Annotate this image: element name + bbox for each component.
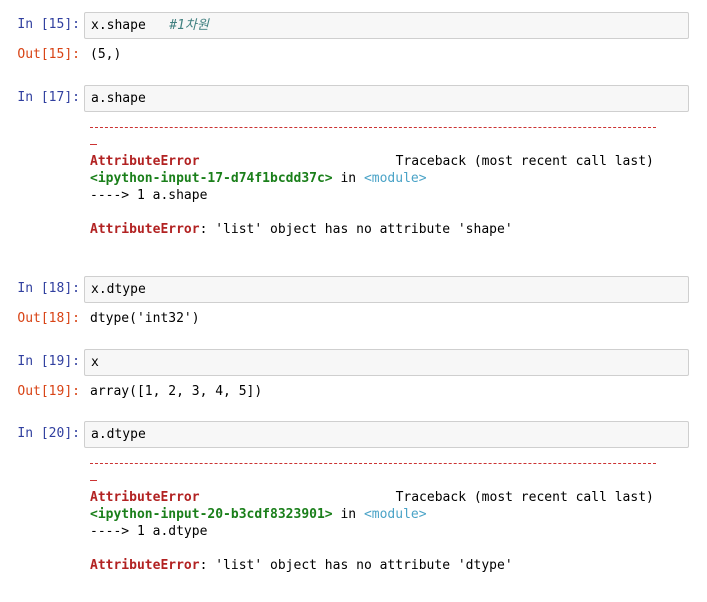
traceback-label: Traceback (most recent call last) [395,490,654,505]
code-text: x.shape [91,18,146,33]
in-word: in [332,171,364,186]
module-ref: <module> [363,507,427,522]
error-message-row: AttributeError: 'list' object has no att… [90,221,513,238]
code-input[interactable]: x.dtype [84,276,689,303]
error-line: ----> 1 a.shape [90,188,208,203]
traceback-separator [90,127,656,128]
ipython-input-ref: <ipython-input-20-b3cdf8323901> [90,507,333,522]
traceback-separator-tail [90,144,97,145]
error-message: : 'list' object has no attribute 'dtype' [199,558,513,573]
output-text: array([1, 2, 3, 4, 5]) [90,384,263,399]
error-name: AttributeError [90,490,200,505]
code-input[interactable]: a.dtype [84,421,689,448]
code-text: x [91,355,99,370]
code-text: a.shape [91,91,146,106]
traceback-label: Traceback (most recent call last) [395,154,654,169]
in-prompt: In [17]: [17,90,80,105]
code-input[interactable]: x.shape #1차원 [84,12,689,39]
code-text: a.dtype [91,427,146,442]
out-prompt: Out[19]: [17,384,80,399]
error-header: AttributeError Traceback (most recent cal… [90,489,654,506]
error-header: AttributeError Traceback (most recent cal… [90,153,654,170]
error-line: ----> 1 a.dtype [90,524,208,539]
code-comment: #1차원 [169,18,209,33]
in-prompt: In [19]: [17,354,80,369]
in-prompt: In [20]: [17,426,80,441]
error-name: AttributeError [90,222,200,237]
error-location: <ipython-input-17-d74f1bcdd37c> in <modu… [90,170,427,187]
out-prompt: Out[18]: [17,311,80,326]
ipython-input-ref: <ipython-input-17-d74f1bcdd37c> [90,171,333,186]
code-text: x.dtype [91,282,146,297]
code-input[interactable]: x [84,349,689,376]
out-prompt: Out[15]: [17,47,80,62]
error-name: AttributeError [90,558,200,573]
error-name: AttributeError [90,154,200,169]
error-message: : 'list' object has no attribute 'shape' [199,222,513,237]
traceback-separator-tail [90,480,97,481]
code-input[interactable]: a.shape [84,85,689,112]
in-word: in [332,507,364,522]
traceback-separator [90,463,656,464]
output-text: (5,) [90,47,122,62]
error-message-row: AttributeError: 'list' object has no att… [90,557,513,574]
module-ref: <module> [363,171,427,186]
error-location: <ipython-input-20-b3cdf8323901> in <modu… [90,506,427,523]
in-prompt: In [18]: [17,281,80,296]
output-text: dtype('int32') [90,311,200,326]
in-prompt: In [15]: [17,17,80,32]
